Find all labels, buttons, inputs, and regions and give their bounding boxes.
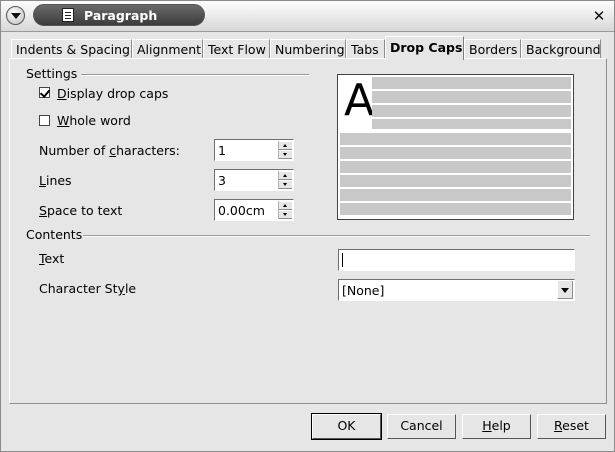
- preview-line: [340, 161, 571, 173]
- drop-caps-preview: A: [337, 74, 574, 220]
- title-bar: Paragraph ✕: [1, 1, 614, 32]
- space-to-text-spinbox[interactable]: 0.00cm: [214, 199, 294, 221]
- tab-background[interactable]: Background: [521, 39, 601, 59]
- character-style-label: Character Style: [39, 281, 137, 296]
- spin-arrows: [278, 201, 292, 219]
- preview-line: [340, 203, 571, 215]
- window-title: Paragraph: [84, 8, 158, 23]
- preview-line: [372, 119, 571, 129]
- drop-cap-area: A: [340, 75, 375, 129]
- spin-up-icon[interactable]: [279, 201, 292, 210]
- space-to-text-label: Space to text: [39, 203, 123, 218]
- contents-separator: [83, 235, 590, 237]
- character-style-value: [None]: [342, 283, 385, 298]
- paragraph-dialog: Paragraph ✕ Indents & Spacing Alignment …: [0, 0, 615, 452]
- whole-word-checkbox[interactable]: [39, 115, 50, 126]
- display-drop-caps-label[interactable]: Display drop caps: [57, 86, 168, 101]
- spin-down-icon[interactable]: [279, 210, 292, 219]
- text-label: Text: [39, 251, 65, 266]
- lines-value: 3: [218, 173, 226, 188]
- preview-line: [340, 133, 571, 145]
- display-drop-caps-checkbox[interactable]: [39, 87, 50, 98]
- help-button[interactable]: Help: [462, 414, 531, 439]
- reset-button[interactable]: Reset: [537, 414, 606, 439]
- spin-arrows: [278, 171, 292, 189]
- drop-cap-letter: A: [344, 75, 375, 126]
- number-of-characters-value: 1: [218, 143, 226, 158]
- preview-line: [340, 189, 571, 201]
- spin-up-icon[interactable]: [279, 141, 292, 150]
- lines-spinbox[interactable]: 3: [214, 169, 294, 191]
- contents-heading: Contents: [26, 227, 83, 242]
- space-to-text-value: 0.00cm: [218, 203, 265, 218]
- character-style-select[interactable]: [None]: [338, 279, 575, 301]
- settings-separator: [81, 74, 309, 76]
- text-caret: [342, 253, 343, 267]
- cancel-button[interactable]: Cancel: [387, 414, 456, 439]
- tab-numbering[interactable]: Numbering: [270, 39, 346, 59]
- tab-tabs[interactable]: Tabs: [346, 39, 385, 59]
- title-pill: Paragraph: [33, 4, 205, 26]
- lines-label: Lines: [39, 173, 72, 188]
- spin-down-icon[interactable]: [279, 150, 292, 159]
- close-icon[interactable]: ✕: [591, 8, 607, 24]
- tab-drop-caps[interactable]: Drop Caps: [385, 36, 464, 60]
- tab-bar: Indents & Spacing Alignment Text Flow Nu…: [11, 36, 601, 60]
- number-of-characters-spinbox[interactable]: 1: [214, 139, 294, 161]
- preview-line: [372, 91, 571, 103]
- number-of-characters-label: Number of characters:: [39, 143, 180, 158]
- tab-borders[interactable]: Borders: [464, 39, 521, 59]
- document-icon: [62, 8, 74, 22]
- tab-text-flow[interactable]: Text Flow: [203, 39, 270, 59]
- tab-indents-spacing[interactable]: Indents & Spacing: [11, 39, 132, 59]
- preview-line: [372, 77, 571, 89]
- spin-arrows: [278, 141, 292, 159]
- tab-alignment[interactable]: Alignment: [132, 39, 203, 59]
- drop-cap-text-input[interactable]: [338, 249, 575, 271]
- spin-up-icon[interactable]: [279, 171, 292, 180]
- whole-word-label[interactable]: Whole word: [57, 113, 131, 128]
- ok-button[interactable]: OK: [311, 413, 382, 440]
- preview-line: [372, 105, 571, 117]
- preview-line: [340, 147, 571, 159]
- spin-down-icon[interactable]: [279, 180, 292, 189]
- settings-heading: Settings: [26, 66, 78, 81]
- chevron-down-icon[interactable]: [557, 281, 573, 299]
- preview-line: [340, 175, 571, 187]
- window-menu-icon[interactable]: [6, 6, 25, 25]
